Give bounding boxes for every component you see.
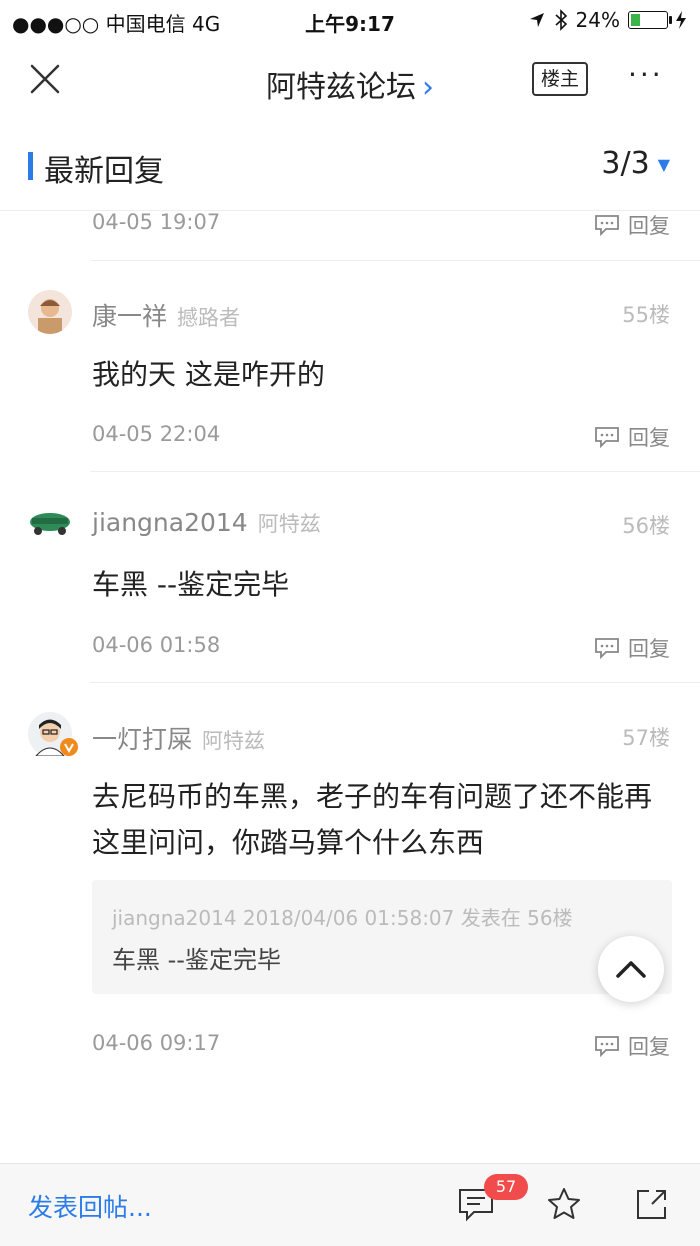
divider bbox=[90, 471, 700, 472]
username-row: 一灯打屎 阿特兹 bbox=[92, 720, 265, 756]
floor-number: 55楼 bbox=[622, 303, 670, 327]
forum-title[interactable]: 阿特兹论坛 › bbox=[0, 62, 700, 106]
bluetooth-icon bbox=[555, 9, 567, 31]
page-indicator: 3/3 bbox=[601, 146, 650, 181]
avatar[interactable] bbox=[28, 290, 72, 334]
post-time: 04-06 01:58 bbox=[92, 633, 221, 657]
avatar[interactable] bbox=[28, 712, 78, 757]
scroll-top-button[interactable] bbox=[598, 936, 664, 1002]
username-row: 康一祥 撼路者 bbox=[92, 297, 240, 333]
section-title: 最新回复 bbox=[44, 154, 164, 189]
post-time: 04-05 19:07 bbox=[92, 210, 221, 234]
chevron-right-icon: › bbox=[422, 70, 434, 105]
reply-label: 回复 bbox=[628, 637, 670, 661]
post-time: 04-06 09:17 bbox=[92, 1031, 221, 1055]
reply-button[interactable]: 回复 bbox=[594, 210, 670, 240]
username[interactable]: 一灯打屎 bbox=[92, 725, 192, 754]
dropdown-icon: ▼ bbox=[657, 155, 670, 174]
compose-reply-button[interactable]: 发表回帖... bbox=[28, 1188, 152, 1224]
quote-meta: jiangna2014 2018/04/06 01:58:07 发表在 56楼 bbox=[112, 906, 573, 930]
username[interactable]: jiangna2014 bbox=[92, 508, 248, 537]
forum-title-text: 阿特兹论坛 bbox=[266, 70, 416, 105]
status-bar: ●●●○○ 中国电信 4G 上午9:17 24% bbox=[0, 0, 700, 40]
comment-icon bbox=[595, 215, 619, 236]
comment-icon bbox=[595, 638, 619, 659]
battery-percent: 24% bbox=[575, 8, 620, 32]
reply-button[interactable]: 回复 bbox=[594, 1031, 670, 1061]
battery-icon bbox=[628, 11, 672, 29]
reply-label: 回复 bbox=[628, 1035, 670, 1059]
location-icon bbox=[529, 13, 544, 27]
avatar[interactable] bbox=[28, 502, 72, 546]
louzhu-button[interactable]: 楼主 bbox=[532, 62, 588, 96]
section-header: 最新回复 3/3 ▼ bbox=[0, 130, 700, 211]
quote-text: 车黑 --鉴定完毕 bbox=[112, 946, 281, 974]
divider bbox=[90, 260, 700, 261]
reply-label: 回复 bbox=[628, 426, 670, 450]
post-content: 我的天 这是咋开的 bbox=[92, 358, 325, 391]
star-icon[interactable] bbox=[546, 1186, 582, 1222]
share-icon[interactable] bbox=[634, 1186, 670, 1222]
comment-count-badge: 57 bbox=[484, 1174, 528, 1200]
floor-number: 56楼 bbox=[622, 514, 670, 538]
divider bbox=[90, 682, 700, 683]
user-tag: 阿特兹 bbox=[202, 729, 266, 753]
section-accent-bar bbox=[28, 152, 33, 180]
post-content: 车黑 --鉴定完毕 bbox=[92, 568, 290, 601]
reply-button[interactable]: 回复 bbox=[594, 633, 670, 663]
chevron-up-icon bbox=[616, 961, 646, 978]
reply-label: 回复 bbox=[628, 214, 670, 238]
more-button[interactable]: ··· bbox=[628, 58, 664, 91]
status-right: 24% bbox=[528, 8, 686, 32]
floor-number: 57楼 bbox=[622, 726, 670, 750]
nav-bar: 阿特兹论坛 › 楼主 ··· bbox=[0, 40, 700, 118]
user-tag: 撼路者 bbox=[177, 306, 241, 330]
charging-icon bbox=[676, 11, 686, 29]
user-tag: 阿特兹 bbox=[257, 512, 321, 536]
reply-button[interactable]: 回复 bbox=[594, 422, 670, 452]
post-content: 去尼码币的车黑，老子的车有问题了还不能再这里问问，你踏马算个什么东西 bbox=[92, 780, 653, 859]
verified-badge-icon bbox=[60, 738, 78, 756]
username-row: jiangna2014 阿特兹 bbox=[92, 508, 321, 538]
page-selector[interactable]: 3/3 ▼ bbox=[601, 146, 670, 181]
quoted-reply[interactable]: jiangna2014 2018/04/06 01:58:07 发表在 56楼 … bbox=[92, 880, 672, 994]
post-time: 04-05 22:04 bbox=[92, 422, 221, 446]
username[interactable]: 康一祥 bbox=[92, 302, 167, 331]
comment-icon bbox=[595, 1036, 619, 1057]
bottom-bar: 发表回帖... 57 bbox=[0, 1163, 700, 1246]
comment-icon bbox=[595, 427, 619, 448]
